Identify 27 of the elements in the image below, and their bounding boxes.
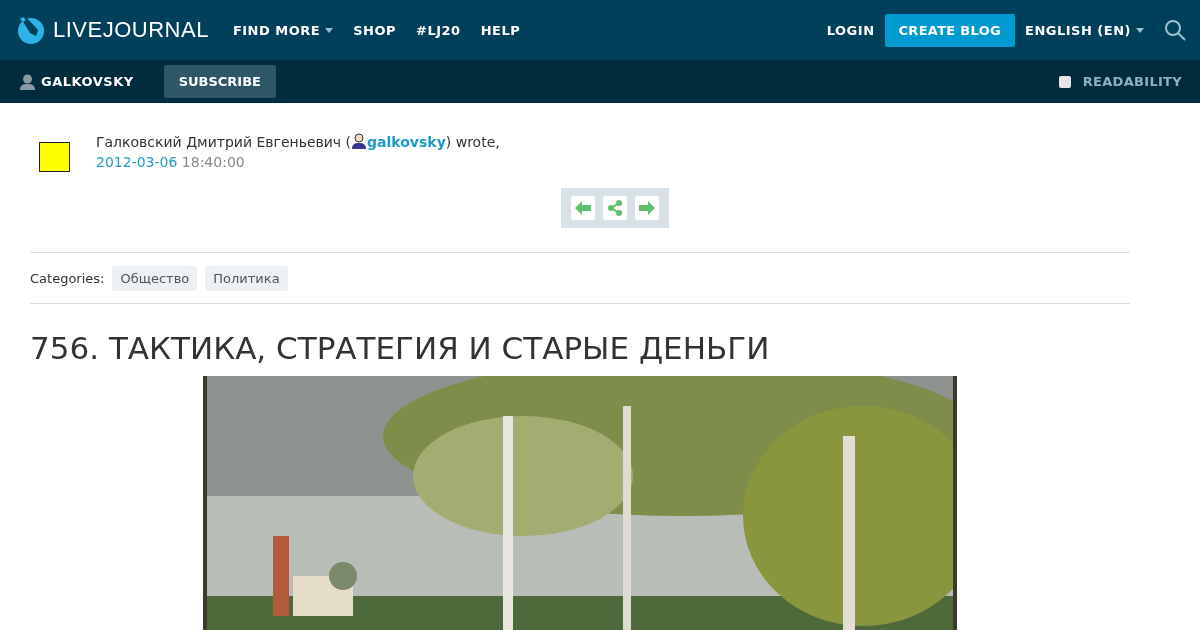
user-icon [20,73,35,90]
logo-text[interactable]: LIVEJOURNAL [53,17,209,43]
nav-link[interactable]: SHOP [353,22,396,38]
entry-title: 756. ТАКТИКА, СТРАТЕГИЯ И СТАРЫЕ ДЕНЬГИ [30,330,771,366]
nav-link[interactable]: #LJ20 [416,22,461,38]
user-icon [351,133,368,149]
nav-dropdown[interactable]: ENGLISH (EN) [1025,22,1144,38]
entry-time: 18:40:00 [181,154,245,170]
categories-label: Categories: [30,270,105,286]
category-tag[interactable]: Политика [205,265,288,291]
journal-username[interactable]: GALKOVSKY [41,74,134,89]
caret-icon [1136,27,1144,33]
readability-checkbox[interactable] [1058,75,1071,88]
nav-link[interactable]: HELP [480,22,521,38]
arrow-left-icon [575,201,591,215]
share-icon [607,200,623,216]
user-avatar [39,142,70,172]
nav-link[interactable]: LOGIN [826,22,875,38]
arrow-right-icon [639,201,655,215]
pen-logo-icon[interactable] [16,15,45,45]
search-icon[interactable] [1164,19,1186,41]
category-tag[interactable]: Общество [112,265,198,291]
caret-icon [325,27,334,33]
author-line: Галковский Дмитрий Евгеньевич ( galkovsky) wrote, [96,133,500,150]
subscribe-button[interactable]: SUBSCRIBE [163,65,276,98]
readability-label: READABILITY [1082,74,1182,89]
nav-dropdown[interactable]: FIND MORE [232,22,334,38]
